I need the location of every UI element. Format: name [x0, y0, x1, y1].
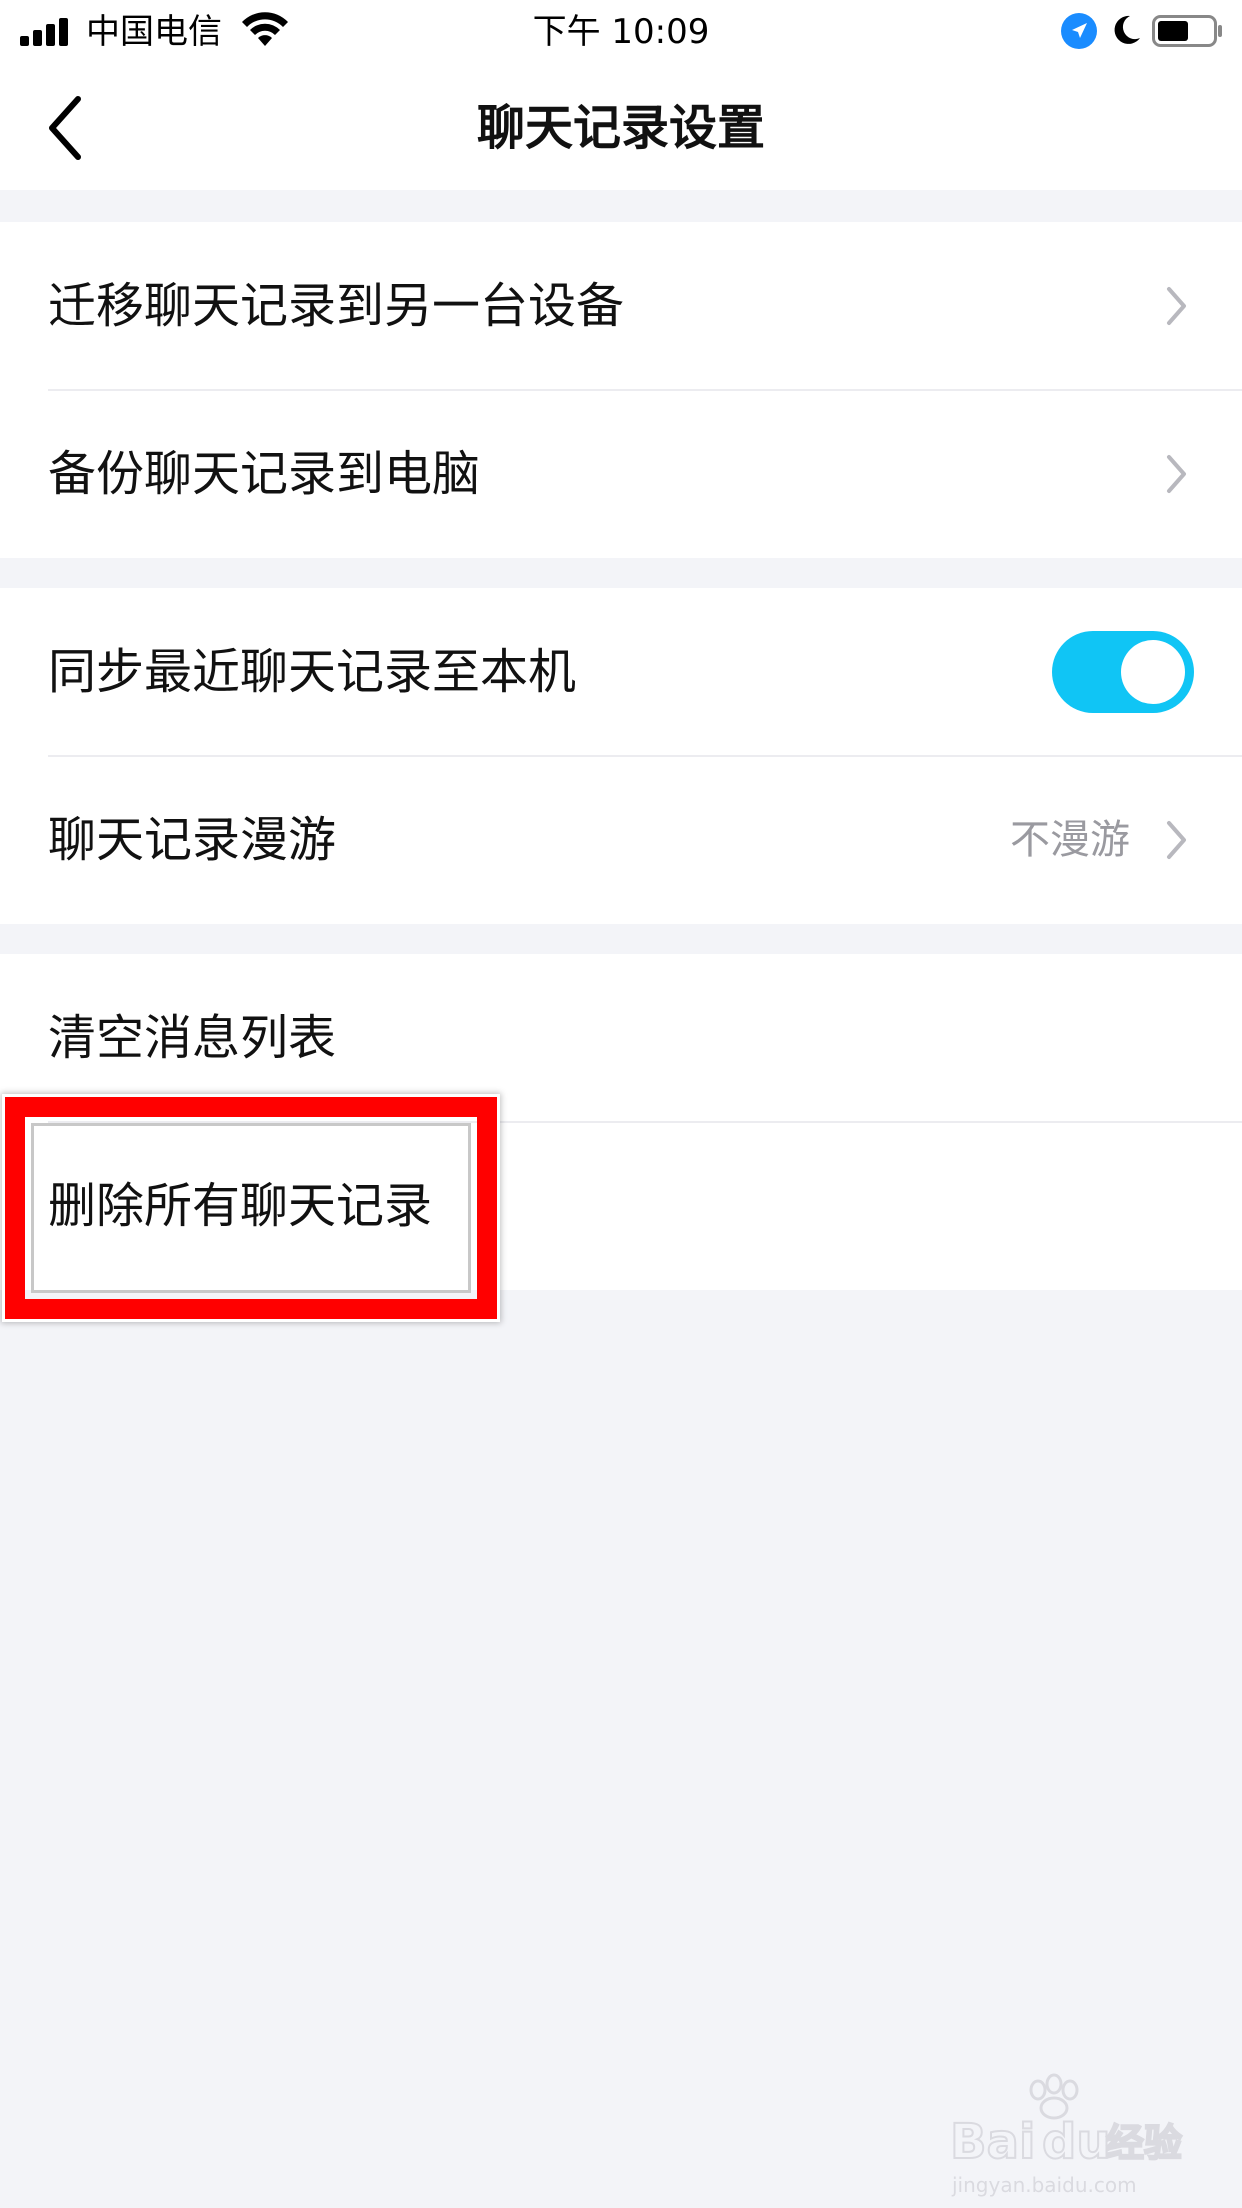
roaming-value: 不漫游: [1010, 817, 1130, 863]
list-item-label: 聊天记录漫游: [48, 812, 337, 868]
list-item-label: 备份聊天记录到电脑: [48, 446, 481, 502]
moon-icon: [1114, 15, 1140, 44]
settings-group-transfer: 迁移聊天记录到另一台设备 备份聊天记录到电脑: [0, 222, 1242, 558]
chevron-right-icon: [1167, 821, 1186, 859]
list-item-sync-recent: 同步最近聊天记录至本机: [0, 588, 1242, 756]
svg-text:jingyan.baidu.com: jingyan.baidu.com: [951, 2173, 1137, 2197]
list-item-label: 迁移聊天记录到另一台设备: [48, 278, 625, 334]
battery-icon: [1152, 15, 1222, 47]
list-item-migrate[interactable]: 迁移聊天记录到另一台设备: [0, 222, 1242, 390]
toggle-knob: [1121, 640, 1185, 704]
chevron-right-icon: [1167, 455, 1186, 493]
svg-text:Bai: Bai: [950, 2114, 1035, 2170]
list-item-backup[interactable]: 备份聊天记录到电脑: [0, 390, 1242, 558]
svg-text:du: du: [1042, 2114, 1111, 2170]
list-item-label: 同步最近聊天记录至本机: [48, 644, 577, 700]
list-item-roaming[interactable]: 聊天记录漫游 不漫游: [0, 756, 1242, 924]
location-icon: [1061, 13, 1097, 49]
chevron-right-icon: [1167, 287, 1186, 325]
settings-group-sync: 同步最近聊天记录至本机 聊天记录漫游 不漫游: [0, 588, 1242, 924]
sync-toggle[interactable]: [1052, 631, 1194, 713]
status-time: 下午 10:09: [532, 12, 710, 52]
nav-bar: 聊天记录设置: [0, 66, 1242, 190]
status-bar: 中国电信 下午 10:09: [0, 0, 1242, 66]
page-title: 聊天记录设置: [476, 100, 765, 156]
baidu-jingyan-watermark: Bai du 经验 jingyan.baidu.com: [950, 2073, 1183, 2197]
highlight-box: [5, 1097, 497, 1319]
svg-text:经验: 经验: [1106, 2121, 1182, 2165]
